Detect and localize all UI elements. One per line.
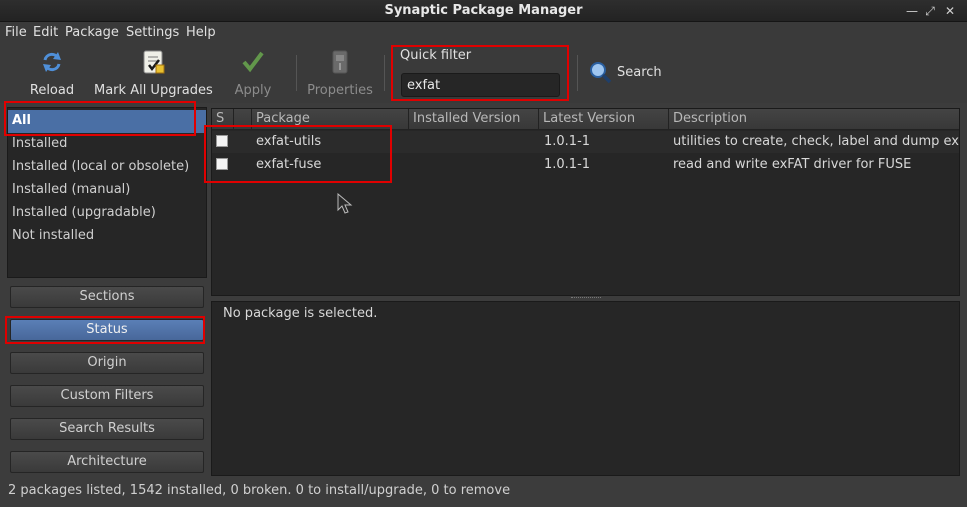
reload-button[interactable]: Reload bbox=[26, 47, 78, 99]
maximize-icon[interactable]: ⤢ bbox=[922, 3, 938, 19]
package-description: utilities to create, check, label and du… bbox=[673, 134, 959, 149]
details-text: No package is selected. bbox=[223, 306, 378, 321]
table-row[interactable]: exfat-utils 1.0.1-1 utilities to create,… bbox=[212, 131, 959, 153]
menu-edit[interactable]: Edit bbox=[33, 25, 58, 40]
filter-item-installed[interactable]: Installed bbox=[8, 133, 206, 156]
sections-button[interactable]: Sections bbox=[10, 286, 204, 308]
column-header-status[interactable]: S bbox=[212, 109, 234, 130]
package-description: read and write exFAT driver for FUSE bbox=[673, 157, 912, 172]
reload-icon bbox=[43, 52, 61, 72]
filter-item-installed-local-obsolete[interactable]: Installed (local or obsolete) bbox=[8, 156, 206, 179]
upgrade-icon bbox=[143, 50, 165, 74]
architecture-button[interactable]: Architecture bbox=[10, 451, 204, 473]
toolbar-separator bbox=[296, 55, 297, 91]
title-bar: Synaptic Package Manager — ⤢ ✕ bbox=[0, 0, 967, 22]
column-header-description[interactable]: Description bbox=[669, 109, 959, 130]
package-name: exfat-utils bbox=[256, 134, 322, 149]
properties-icon bbox=[332, 50, 348, 74]
filter-item-installed-manual[interactable]: Installed (manual) bbox=[8, 179, 206, 202]
apply-label: Apply bbox=[234, 83, 272, 98]
menu-settings[interactable]: Settings bbox=[126, 25, 179, 40]
table-header: S Package Installed Version Latest Versi… bbox=[212, 109, 959, 130]
status-bar: 2 packages listed, 1542 installed, 0 bro… bbox=[8, 483, 511, 498]
properties-label: Properties bbox=[307, 83, 373, 98]
splitter-grip bbox=[571, 297, 601, 299]
filter-item-not-installed[interactable]: Not installed bbox=[8, 225, 206, 248]
properties-button[interactable]: Properties bbox=[306, 47, 374, 99]
column-header-package[interactable]: Package bbox=[252, 109, 409, 130]
origin-button[interactable]: Origin bbox=[10, 352, 204, 374]
menu-package[interactable]: Package bbox=[65, 25, 119, 40]
menu-file[interactable]: File bbox=[5, 25, 27, 40]
column-header-supported[interactable] bbox=[234, 109, 252, 130]
mouse-cursor-icon bbox=[337, 193, 353, 214]
package-table: S Package Installed Version Latest Versi… bbox=[211, 108, 960, 296]
menu-bar: File Edit Package Settings Help bbox=[0, 22, 967, 43]
window-title: Synaptic Package Manager bbox=[384, 3, 583, 18]
minimize-icon[interactable]: — bbox=[904, 3, 920, 19]
mark-all-upgrades-button[interactable]: Mark All Upgrades bbox=[94, 47, 213, 99]
column-header-installed-version[interactable]: Installed Version bbox=[409, 109, 539, 130]
toolbar-separator bbox=[577, 55, 578, 91]
search-label: Search bbox=[617, 65, 662, 80]
column-header-latest-version[interactable]: Latest Version bbox=[539, 109, 669, 130]
quick-filter-input[interactable] bbox=[401, 73, 560, 97]
mark-all-upgrades-label: Mark All Upgrades bbox=[94, 83, 213, 98]
quick-filter-label: Quick filter bbox=[400, 48, 472, 63]
close-icon[interactable]: ✕ bbox=[942, 3, 958, 19]
table-row[interactable]: exfat-fuse 1.0.1-1 read and write exFAT … bbox=[212, 154, 959, 176]
checkmark-icon bbox=[242, 51, 264, 73]
filter-item-all[interactable]: All bbox=[8, 110, 206, 133]
latest-version: 1.0.1-1 bbox=[544, 157, 591, 172]
package-checkbox[interactable] bbox=[216, 135, 228, 147]
latest-version: 1.0.1-1 bbox=[544, 134, 591, 149]
search-icon bbox=[590, 62, 612, 84]
custom-filters-button[interactable]: Custom Filters bbox=[10, 385, 204, 407]
filter-item-installed-upgradable[interactable]: Installed (upgradable) bbox=[8, 202, 206, 225]
apply-button[interactable]: Apply bbox=[228, 47, 278, 99]
filter-list: All Installed Installed (local or obsole… bbox=[7, 107, 207, 278]
toolbar-separator bbox=[384, 55, 385, 91]
package-checkbox[interactable] bbox=[216, 158, 228, 170]
menu-help[interactable]: Help bbox=[186, 25, 216, 40]
package-name: exfat-fuse bbox=[256, 157, 322, 172]
status-button[interactable]: Status bbox=[10, 319, 204, 341]
search-results-button[interactable]: Search Results bbox=[10, 418, 204, 440]
reload-label: Reload bbox=[29, 83, 75, 98]
details-pane: No package is selected. bbox=[211, 301, 960, 476]
